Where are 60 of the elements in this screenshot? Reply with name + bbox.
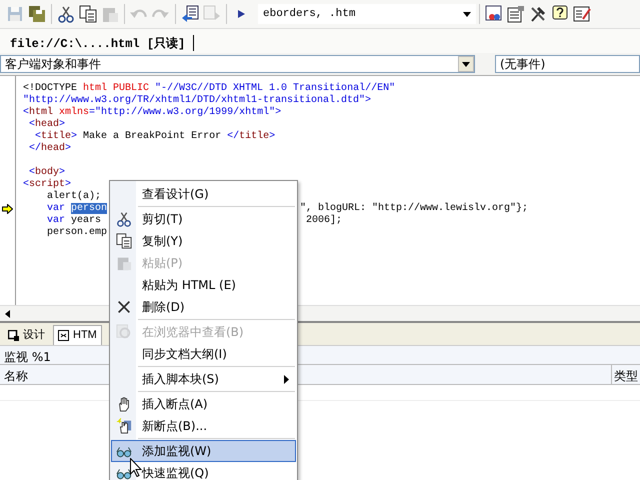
menu-item[interactable]: 新断点(B)... (111, 415, 296, 437)
menu-item[interactable]: 复制(Y) (111, 230, 296, 252)
code-line: <body> (28, 167, 66, 178)
column-header[interactable]: 类型 (614, 369, 638, 383)
code-line: <title> Make a BreakPoint Error </title> (34, 131, 276, 142)
scissors-icon (57, 5, 75, 23)
view-tab[interactable]: HTM (53, 325, 102, 345)
hand-icon (116, 396, 132, 412)
menu-item[interactable]: 快速监视(Q) (111, 462, 296, 480)
magnifier-icon (116, 324, 132, 340)
copy-icon (79, 5, 97, 23)
copy-button[interactable] (77, 3, 99, 25)
code-line: person.emp (46, 227, 108, 239)
menu-item[interactable]: 删除(D) (111, 296, 296, 318)
paste-icon (101, 5, 119, 23)
menu-item[interactable]: 插入断点(A) (111, 393, 296, 415)
document-title: file://C:\....html [只读] (10, 36, 186, 53)
code-line: var person (46, 203, 108, 215)
code-line: alert(a); (46, 191, 102, 203)
edit-icon (573, 5, 591, 23)
properties-button[interactable] (505, 3, 527, 25)
menu-item[interactable]: 剪切(T) (111, 208, 296, 230)
dropdown-arrow-icon (462, 62, 470, 66)
hand-star-icon (116, 418, 132, 434)
code-line: <script> (23, 179, 72, 190)
event-dropdown[interactable]: (无事件) (495, 55, 640, 73)
design-view-icon (8, 330, 19, 340)
code-line: "http://www.w3.org/TR/xhtml1/DTD/xhtml1-transitional.dtd"> (23, 95, 372, 106)
dropdown-arrow-icon (463, 12, 471, 16)
code-line: ", blogURL: "http://www.lewislv.org"}; (300, 203, 528, 214)
scroll-left-icon[interactable] (5, 310, 10, 318)
save-all-button[interactable] (26, 3, 48, 25)
view-tab[interactable]: 设计 (4, 325, 49, 345)
menu-item[interactable]: 插入脚本块(S) (111, 368, 296, 390)
menu-item[interactable]: 粘贴为 HTML (E) (111, 274, 296, 296)
copy-icon (116, 233, 132, 249)
cross-icon (116, 299, 132, 315)
palette-icon (485, 5, 503, 23)
menu-item[interactable]: 添加监视(W) (111, 440, 296, 462)
mouse-pointer-icon (130, 458, 142, 477)
code-line: 2006]; (305, 215, 342, 227)
list-arrow-icon (203, 5, 221, 23)
code-line: <head> (28, 119, 66, 130)
save-all-icon (28, 5, 46, 23)
code-line: var years (46, 215, 102, 227)
code-line: <html xmlns="http://www.w3.org/1999/xhtml"> (23, 107, 282, 118)
properties-icon (507, 5, 525, 23)
menu-item[interactable]: 同步文档大纲(I) (111, 343, 296, 365)
file-combo-box[interactable]: eborders, .htm (258, 4, 476, 24)
code-view-icon (58, 330, 69, 341)
list-arrow-icon (181, 5, 199, 23)
scissors-icon (116, 211, 132, 227)
paste-icon (116, 255, 132, 271)
column-header[interactable]: 名称 (4, 369, 28, 383)
code-line: <!DOCTYPE html PUBLIC "-//W3C//DTD XHTML 1.0 Transitional//EN" (23, 83, 396, 94)
menu-item[interactable]: 查看设计(G) (111, 183, 296, 205)
code-line: </head> (28, 143, 72, 155)
object-dropdown[interactable]: 客户端对象和事件 (0, 55, 475, 73)
save-icon (6, 5, 24, 23)
hammer-icon (529, 5, 547, 23)
